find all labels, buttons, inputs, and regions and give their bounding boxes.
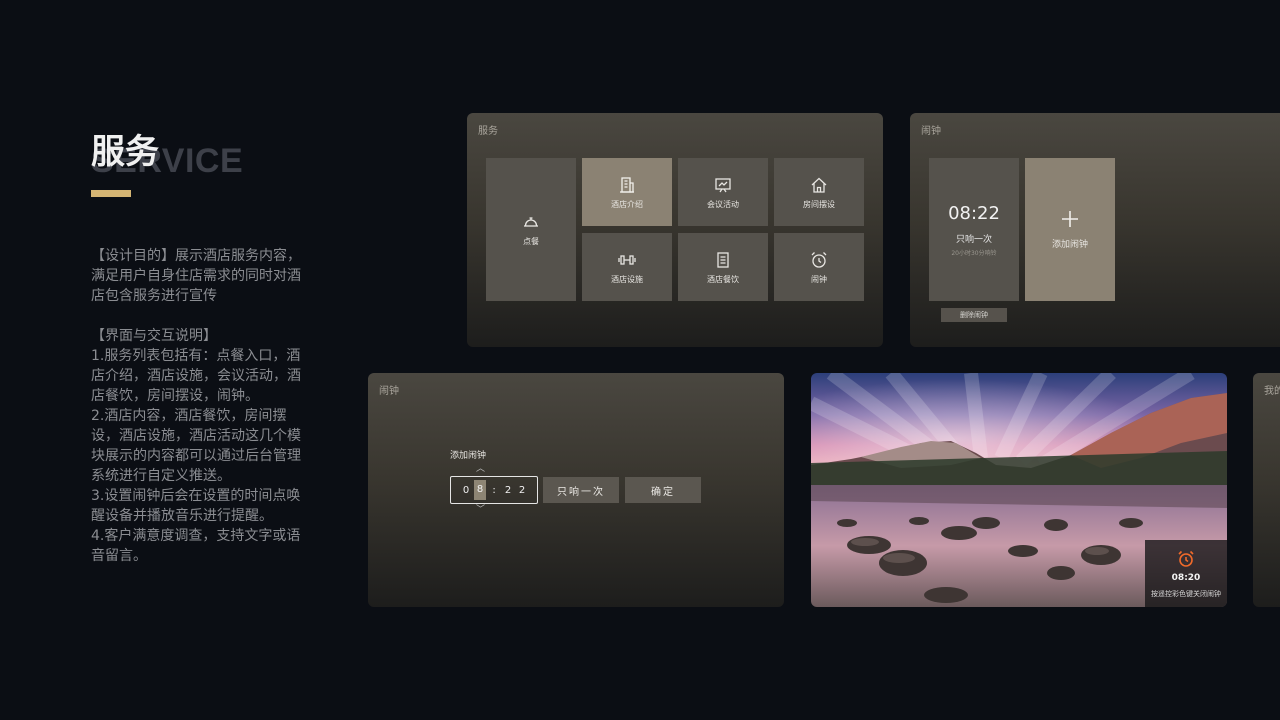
tile-label: 会议活动	[707, 199, 739, 209]
tile-label: 酒店餐饮	[707, 274, 739, 284]
cloche-icon	[521, 212, 541, 232]
panel-title: 闹钟	[379, 386, 399, 397]
tile-label: 酒店设施	[611, 274, 643, 284]
add-alarm-panel: 闹钟 添加闹钟 ︿ 0 8 : 2 2 ﹀ 只响一次 确定	[368, 373, 784, 607]
minute-ones-digit[interactable]: 2	[516, 485, 528, 496]
alarm-countdown: 20小时30分响铃	[951, 249, 997, 257]
add-alarm-label: 添加闹钟	[1051, 240, 1088, 250]
minute-tens-digit[interactable]: 2	[502, 485, 514, 496]
add-alarm-label: 添加闹钟	[450, 451, 487, 461]
dumbbell-icon	[617, 250, 637, 270]
alarm-time: 08:22	[948, 202, 1000, 224]
description-item: 2.酒店内容，酒店餐饮，房间摆设，酒店设施，酒店活动这几个模块展示的内容都可以通…	[91, 408, 301, 484]
description-item: 3.设置闹钟后会在设置的时间点唤醒设备并播放音乐进行提醒。	[91, 488, 301, 524]
confirm-button[interactable]: 确定	[625, 477, 701, 503]
hour-tens-digit[interactable]: 0	[460, 485, 472, 496]
tile-dining[interactable]: 酒店餐饮	[678, 233, 768, 301]
tile-label: 酒店介绍	[611, 199, 643, 209]
tile-label: 房间摆设	[803, 199, 835, 209]
hour-ones-digit[interactable]: 8	[474, 480, 486, 500]
panel-title: 我的	[1264, 386, 1280, 397]
time-picker[interactable]: 0 8 : 2 2	[450, 476, 538, 504]
description-block: 【设计目的】展示酒店服务内容，满足用户自身住店需求的同时对酒店包含服务进行宣传 …	[91, 246, 313, 566]
presentation-board-icon	[713, 175, 733, 195]
page-title: 服务	[91, 132, 159, 172]
alarm-panel: 闹钟 08:22 只响一次 20小时30分响铃 添加闹钟 删除闹钟	[910, 113, 1280, 347]
service-panel: 服务 点餐 酒店介绍 会议活动 房间摆设 酒店设施 酒店餐饮 闹钟	[467, 113, 883, 347]
ring-message: 按遥控彩色键关闭闹钟	[1151, 589, 1221, 598]
interaction-title: 【界面与交互说明】	[91, 328, 217, 344]
plus-icon	[1060, 209, 1080, 229]
tile-order-food[interactable]: 点餐	[486, 158, 576, 301]
tile-meeting[interactable]: 会议活动	[678, 158, 768, 226]
description-item: 1.服务列表包括有：点餐入口，酒店介绍，酒店设施，会议活动，酒店餐饮，房间摆设，…	[91, 348, 301, 404]
alarm-clock-icon	[1176, 549, 1196, 569]
home-icon	[809, 175, 829, 195]
alarm-repeat: 只响一次	[955, 234, 992, 245]
panel-title: 服务	[478, 126, 498, 137]
tile-hotel-intro[interactable]: 酒店介绍	[582, 158, 672, 226]
landscape-photo: 08:20 按遥控彩色键关闭闹钟	[811, 373, 1227, 607]
my-panel: 我的	[1253, 373, 1280, 607]
tile-label: 点餐	[523, 237, 539, 246]
repeat-once-button[interactable]: 只响一次	[543, 477, 619, 503]
chevron-up-icon[interactable]: ︿	[476, 465, 485, 474]
menu-list-icon	[713, 250, 733, 270]
purpose-text: 【设计目的】展示酒店服务内容，满足用户自身住店需求的同时对酒店包含服务进行宣传	[91, 248, 301, 304]
title-accent-bar	[91, 190, 131, 197]
tile-label: 闹钟	[811, 274, 827, 284]
panel-title: 闹钟	[921, 126, 941, 137]
alarm-clock-icon	[809, 250, 829, 270]
tile-facilities[interactable]: 酒店设施	[582, 233, 672, 301]
tile-alarm[interactable]: 闹钟	[774, 233, 864, 301]
tile-room-layout[interactable]: 房间摆设	[774, 158, 864, 226]
time-separator: :	[492, 484, 496, 496]
delete-alarm-button[interactable]: 删除闹钟	[941, 308, 1007, 322]
chevron-down-icon[interactable]: ﹀	[476, 506, 485, 515]
alarm-card[interactable]: 08:22 只响一次 20小时30分响铃	[929, 158, 1019, 301]
building-icon	[617, 175, 637, 195]
alarm-ring-toast: 08:20 按遥控彩色键关闭闹钟	[1145, 540, 1227, 607]
ring-time: 08:20	[1171, 572, 1201, 583]
description-item: 4.客户满意度调查，支持文字或语音留言。	[91, 528, 301, 564]
page-title-group: SERVICE 服务	[91, 124, 291, 180]
add-alarm-button[interactable]: 添加闹钟	[1025, 158, 1115, 301]
